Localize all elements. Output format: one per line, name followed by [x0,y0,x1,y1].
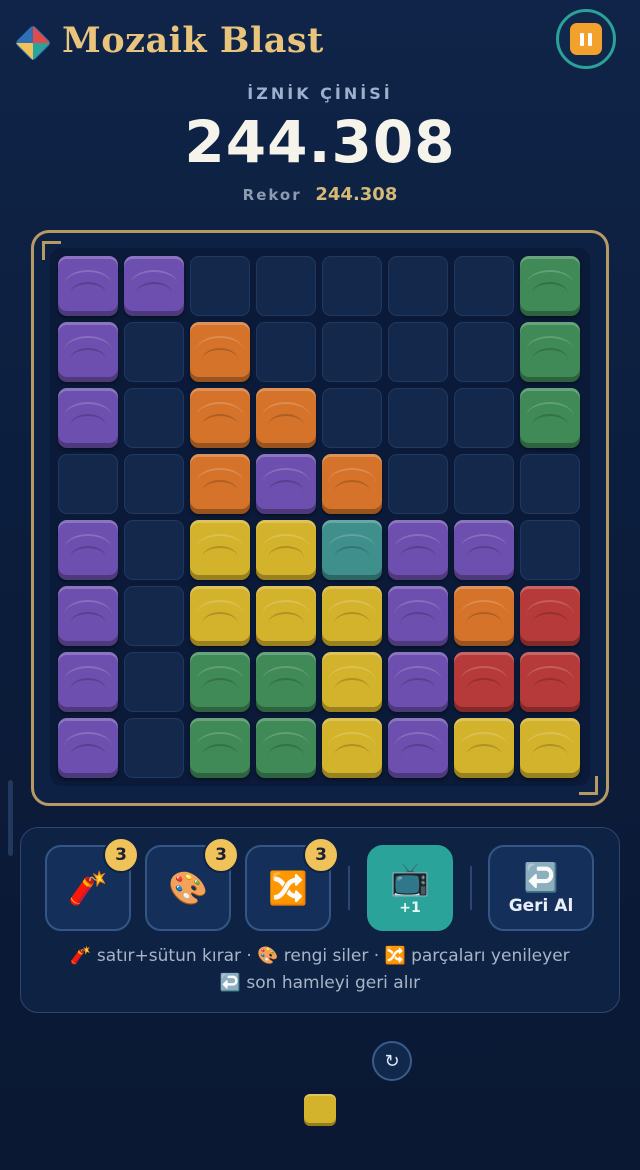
level-name: İZNİK ÇİNİSİ [247,84,393,103]
board-tile[interactable] [58,520,118,580]
board-cell-empty[interactable] [454,322,514,382]
watch-ad-button[interactable]: 📺 +1 [367,845,453,931]
board-cell-empty[interactable] [124,586,184,646]
board-cell-empty[interactable] [388,388,448,448]
board-tile[interactable] [520,652,580,712]
undo-button[interactable]: ↩️ Geri Al [488,845,594,931]
shuffle-icon: 🔀 [268,869,308,907]
board-cell-empty[interactable] [256,256,316,316]
refresh-pieces-button[interactable]: ↻ [372,1041,412,1081]
dynamite-icon: 🧨 [68,869,108,907]
shuffle-button[interactable]: 🔀 3 [245,837,339,931]
board-tile[interactable] [322,586,382,646]
board-tile[interactable] [454,520,514,580]
board-cell-empty[interactable] [520,520,580,580]
board-tile[interactable] [454,652,514,712]
board-cell-empty[interactable] [256,322,316,382]
board-tile[interactable] [388,718,448,778]
board-tile[interactable] [388,586,448,646]
dynamite-button[interactable]: 🧨 3 [45,837,139,931]
board-cell-empty[interactable] [124,454,184,514]
board-tile[interactable] [256,454,316,514]
board-tile[interactable] [454,718,514,778]
board-tile[interactable] [388,520,448,580]
board-cell-empty[interactable] [124,718,184,778]
header: Mozaik Blast [0,0,640,90]
board-tile[interactable] [322,718,382,778]
board-tile[interactable] [58,256,118,316]
best-score: Rekor 244.308 [0,184,640,205]
board-cell-empty[interactable] [124,652,184,712]
board-tile[interactable] [58,586,118,646]
palette-count-badge: 3 [203,837,239,873]
score-value: 244.308 [184,108,456,176]
board-tile[interactable] [58,652,118,712]
board-tile[interactable] [190,322,250,382]
board-cell-empty[interactable] [322,256,382,316]
board-cell-empty[interactable] [190,256,250,316]
shuffle-count-badge: 3 [303,837,339,873]
palette-icon: 🎨 [168,869,208,907]
dynamite-count-badge: 3 [103,837,139,873]
board-cell-empty[interactable] [124,388,184,448]
board-tile[interactable] [520,388,580,448]
board-cell-empty[interactable] [322,388,382,448]
refresh-icon: ↻ [384,1050,400,1072]
best-label: Rekor [242,186,302,204]
game-board[interactable] [50,248,590,786]
best-value: 244.308 [315,184,398,205]
board-tile[interactable] [58,388,118,448]
divider [348,866,350,910]
board-cell-empty[interactable] [454,388,514,448]
logo-icon [16,26,50,60]
board-cell-empty[interactable] [124,520,184,580]
board-tile[interactable] [190,718,250,778]
board-cell-empty[interactable] [520,454,580,514]
board-tile[interactable] [256,718,316,778]
board-cell-empty[interactable] [454,454,514,514]
board-tile[interactable] [190,454,250,514]
board-tile[interactable] [388,652,448,712]
board-cell-empty[interactable] [388,256,448,316]
undo-icon: ↩️ [523,860,559,894]
board-tile[interactable] [190,586,250,646]
board-cell-empty[interactable] [58,454,118,514]
hint-line-1: 🧨 satır+sütun kırar · 🎨 rengi siler · 🔀 … [70,946,570,966]
board-tile[interactable] [520,322,580,382]
side-handle [8,780,13,856]
board-cell-empty[interactable] [454,256,514,316]
pause-button[interactable] [556,9,616,69]
board-tile[interactable] [520,718,580,778]
board-cell-empty[interactable] [124,322,184,382]
board-tile[interactable] [256,388,316,448]
hint-line-2: ↩️ son hamleyi geri alır [219,973,421,993]
board-tile[interactable] [190,652,250,712]
board-tile[interactable] [520,256,580,316]
board-tile[interactable] [58,322,118,382]
board-tile[interactable] [256,520,316,580]
board-tile[interactable] [256,652,316,712]
tv-icon: 📺 [390,860,430,898]
board-tile[interactable] [322,454,382,514]
board-cell-empty[interactable] [322,322,382,382]
board-tile[interactable] [190,520,250,580]
divider [470,866,472,910]
app-title: Mozaik Blast [62,20,324,61]
board-cell-empty[interactable] [388,454,448,514]
pause-icon [570,23,602,55]
watch-ad-label: +1 [399,900,421,916]
undo-label: Geri Al [508,895,574,916]
board-tile[interactable] [124,256,184,316]
palette-button[interactable]: 🎨 3 [145,837,239,931]
board-tile[interactable] [58,718,118,778]
board-cell-empty[interactable] [388,322,448,382]
board-tile[interactable] [322,520,382,580]
board-tile[interactable] [322,652,382,712]
board-tile[interactable] [454,586,514,646]
board-tile[interactable] [520,586,580,646]
board-tile[interactable] [256,586,316,646]
board-tile[interactable] [190,388,250,448]
next-piece[interactable] [304,1094,336,1126]
